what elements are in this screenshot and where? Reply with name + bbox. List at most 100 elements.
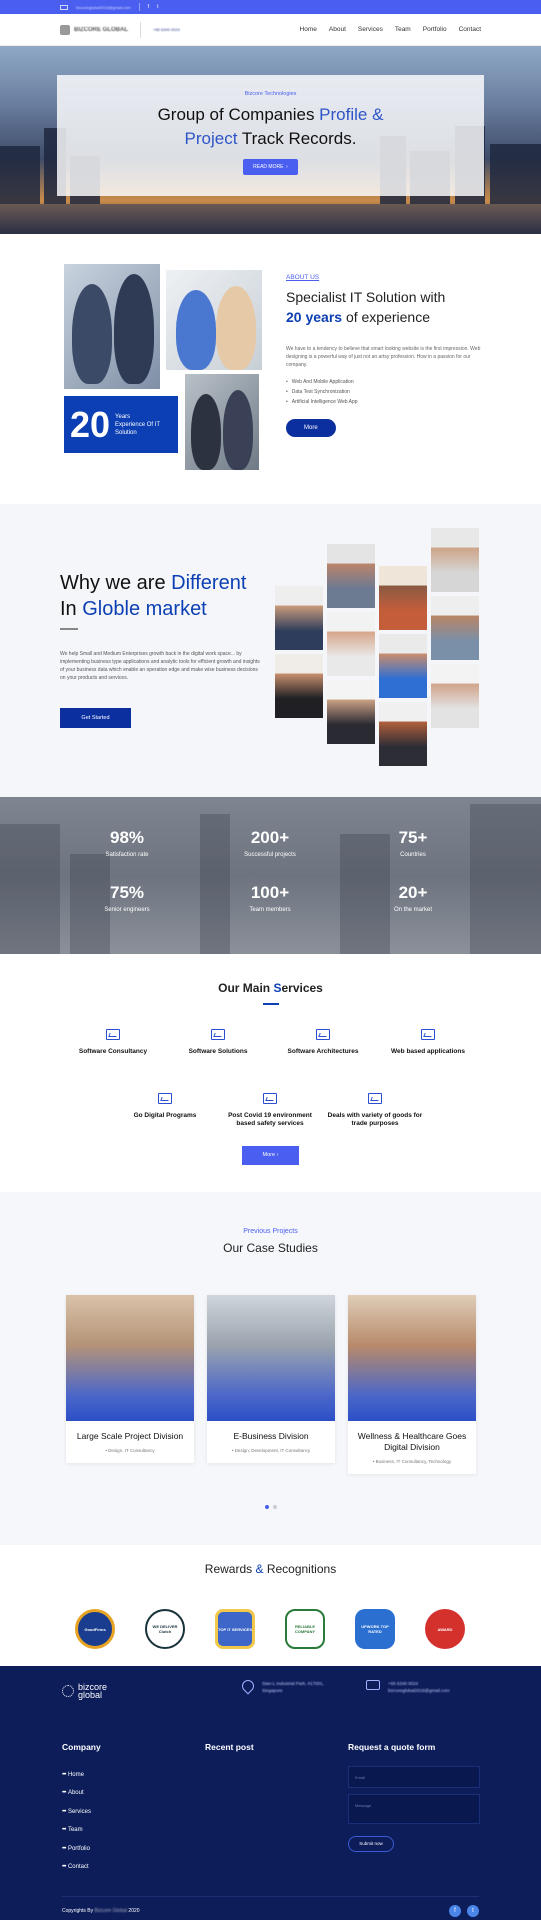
facebook-icon[interactable]: f (449, 1905, 461, 1917)
hero-title: Group of Companies Profile & Project Tra… (57, 103, 484, 151)
nav-team[interactable]: Team (395, 26, 411, 33)
carousel-dots (0, 1505, 541, 1509)
stat-label: Successful projects (244, 852, 296, 858)
service-item[interactable]: Web based applications (378, 1029, 478, 1056)
facebook-icon[interactable]: f (148, 4, 149, 10)
why-heading-part: Why we are (60, 572, 172, 594)
why-section: Why we are Different In Globle market We… (0, 504, 541, 797)
nav-services[interactable]: Services (358, 26, 383, 33)
list-item: Artificial Intelligence Web App (286, 397, 486, 407)
hero-section: Bizcore Technologies Group of Companies … (0, 46, 541, 234)
top-email[interactable]: bizcoreglobal2016@gmail.com (76, 5, 131, 10)
case-card[interactable]: Wellness & Healthcare Goes Digital Divis… (348, 1295, 476, 1474)
nav-portfolio[interactable]: Portfolio (423, 26, 447, 33)
nav-about[interactable]: About (329, 26, 346, 33)
footer-logo[interactable]: bizcore global (62, 1683, 107, 1700)
copyright-part: Copyrights By (62, 1908, 95, 1914)
carousel-dot[interactable] (272, 1505, 277, 1509)
quote-form-heading: Request a quote form (348, 1742, 436, 1752)
recent-post-heading: Recent post (205, 1742, 254, 1752)
hero-title-highlight: Project (184, 129, 238, 148)
stat-label: On the market (393, 907, 432, 913)
years-number: 20 (70, 403, 111, 445)
years-text-line: Years (115, 413, 131, 420)
hero-title-part: Group of Companies (157, 105, 320, 124)
service-item[interactable]: Post Covid 19 environment based safety s… (220, 1093, 320, 1128)
footer-link-services[interactable]: Services (62, 1803, 91, 1821)
hero-title-part: Track Records. (237, 129, 357, 148)
about-list: Web And Mobile Application Data Test Syn… (286, 377, 486, 407)
copyright-company: Bizcore Global (94, 1908, 128, 1914)
twitter-icon[interactable]: t (467, 1905, 479, 1917)
team-photo-3 (185, 374, 259, 470)
footer-link-portfolio[interactable]: Portfolio (62, 1840, 91, 1858)
about-paragraph: We have to a tendency to believe that sm… (286, 346, 481, 368)
carousel-dot[interactable] (264, 1505, 269, 1509)
hero-card: Bizcore Technologies Group of Companies … (57, 75, 484, 196)
badge-label: TOP IT SERVICES (218, 1626, 253, 1632)
about-more-button[interactable]: More (286, 419, 336, 437)
service-name: Go Digital Programs (133, 1112, 197, 1119)
team-photo-1 (64, 264, 160, 389)
quote-email-field[interactable]: Email (348, 1766, 480, 1788)
footer-link-home[interactable]: Home (62, 1766, 91, 1784)
submit-button[interactable]: Submit now (348, 1836, 394, 1852)
hero-title-highlight: Profile & (319, 105, 384, 124)
read-more-label: READ MORE (253, 164, 284, 170)
monitor-chart-icon (368, 1093, 382, 1104)
badge-label: GoodFirms (84, 1626, 106, 1632)
monitor-chart-icon (211, 1029, 225, 1040)
about-section: 20 Years Experience Of IT Solution ABOUT U… (0, 234, 541, 504)
stat-value: 75+ (398, 828, 428, 847)
twitter-icon[interactable]: t (157, 4, 158, 10)
clutch-badge-icon: WE DELIVER Clutch (145, 1609, 185, 1649)
hero-tagline: Bizcore Technologies (244, 91, 297, 97)
service-item[interactable]: Software Architectures (273, 1029, 373, 1056)
why-paragraph: We help Small and Medium Enterprises gro… (60, 651, 260, 681)
case-title: E-Business Division (233, 1431, 309, 1441)
service-name: Software Architectures (287, 1048, 359, 1055)
rewards-heading-part: Rewards (204, 1562, 256, 1576)
nav-home[interactable]: Home (300, 26, 317, 33)
water-reflection (0, 204, 541, 234)
footer-phone-email: +65 6340 0024 bizcoreglobal2016@gmail.com (366, 1680, 450, 1694)
site-header: BIZCORE GLOBAL +65 6340 0024 Home About … (0, 14, 541, 46)
case-card[interactable]: Large Scale Project Division • Design, I… (66, 1295, 194, 1463)
service-item[interactable]: Deals with variety of goods for trade pu… (325, 1093, 425, 1128)
portrait-photo (327, 544, 375, 608)
portrait-photo (275, 586, 323, 650)
service-item[interactable]: Go Digital Programs (115, 1093, 215, 1120)
badge-label: UPWORK TOP RATED (361, 1624, 389, 1634)
monitor-chart-icon (316, 1029, 330, 1040)
nav-contact[interactable]: Contact (459, 26, 481, 33)
top-bar: bizcoreglobal2016@gmail.com f t (0, 0, 541, 14)
top-it-badge-icon: TOP IT SERVICES (215, 1609, 255, 1649)
quote-message-field[interactable]: Message (348, 1794, 480, 1824)
read-more-button[interactable]: READ MORE › (243, 159, 298, 175)
service-item[interactable]: Software Consultancy (63, 1029, 163, 1056)
stat-item: 98% Satisfaction rate (67, 828, 187, 858)
case-title: Large Scale Project Division (76, 1431, 184, 1441)
footer-email[interactable]: bizcoreglobal2016@gmail.com (388, 1688, 450, 1693)
services-more-button[interactable]: More › (242, 1146, 299, 1165)
portrait-photo (379, 566, 427, 630)
divider (140, 21, 141, 38)
footer-link-about[interactable]: About (62, 1784, 91, 1802)
monitor-chart-icon (106, 1029, 120, 1040)
case-tags: • Business, IT Consultancy, Technology (372, 1459, 452, 1464)
logo[interactable]: BIZCORE GLOBAL (60, 24, 128, 35)
logo-text: BIZCORE GLOBAL (74, 26, 128, 33)
why-heading: Why we are Different In Globle market (60, 570, 246, 622)
service-item[interactable]: Software Solutions (168, 1029, 268, 1056)
footer-link-team[interactable]: Team (62, 1821, 91, 1839)
about-label: ABOUT US (286, 274, 320, 281)
about-heading-highlight: 20 years (286, 309, 343, 325)
get-started-button[interactable]: Get Started (60, 708, 131, 728)
previous-projects-label: Previous Projects (243, 1228, 298, 1235)
service-name: Deals with variety of goods for trade pu… (327, 1112, 423, 1127)
case-studies-section: Previous Projects Our Case Studies Large… (0, 1192, 541, 1545)
years-text-line: Solution (115, 429, 137, 436)
portrait-photo (379, 634, 427, 698)
footer-link-contact[interactable]: Contact (62, 1858, 91, 1876)
case-card[interactable]: E-Business Division • Design, Developmen… (207, 1295, 335, 1463)
